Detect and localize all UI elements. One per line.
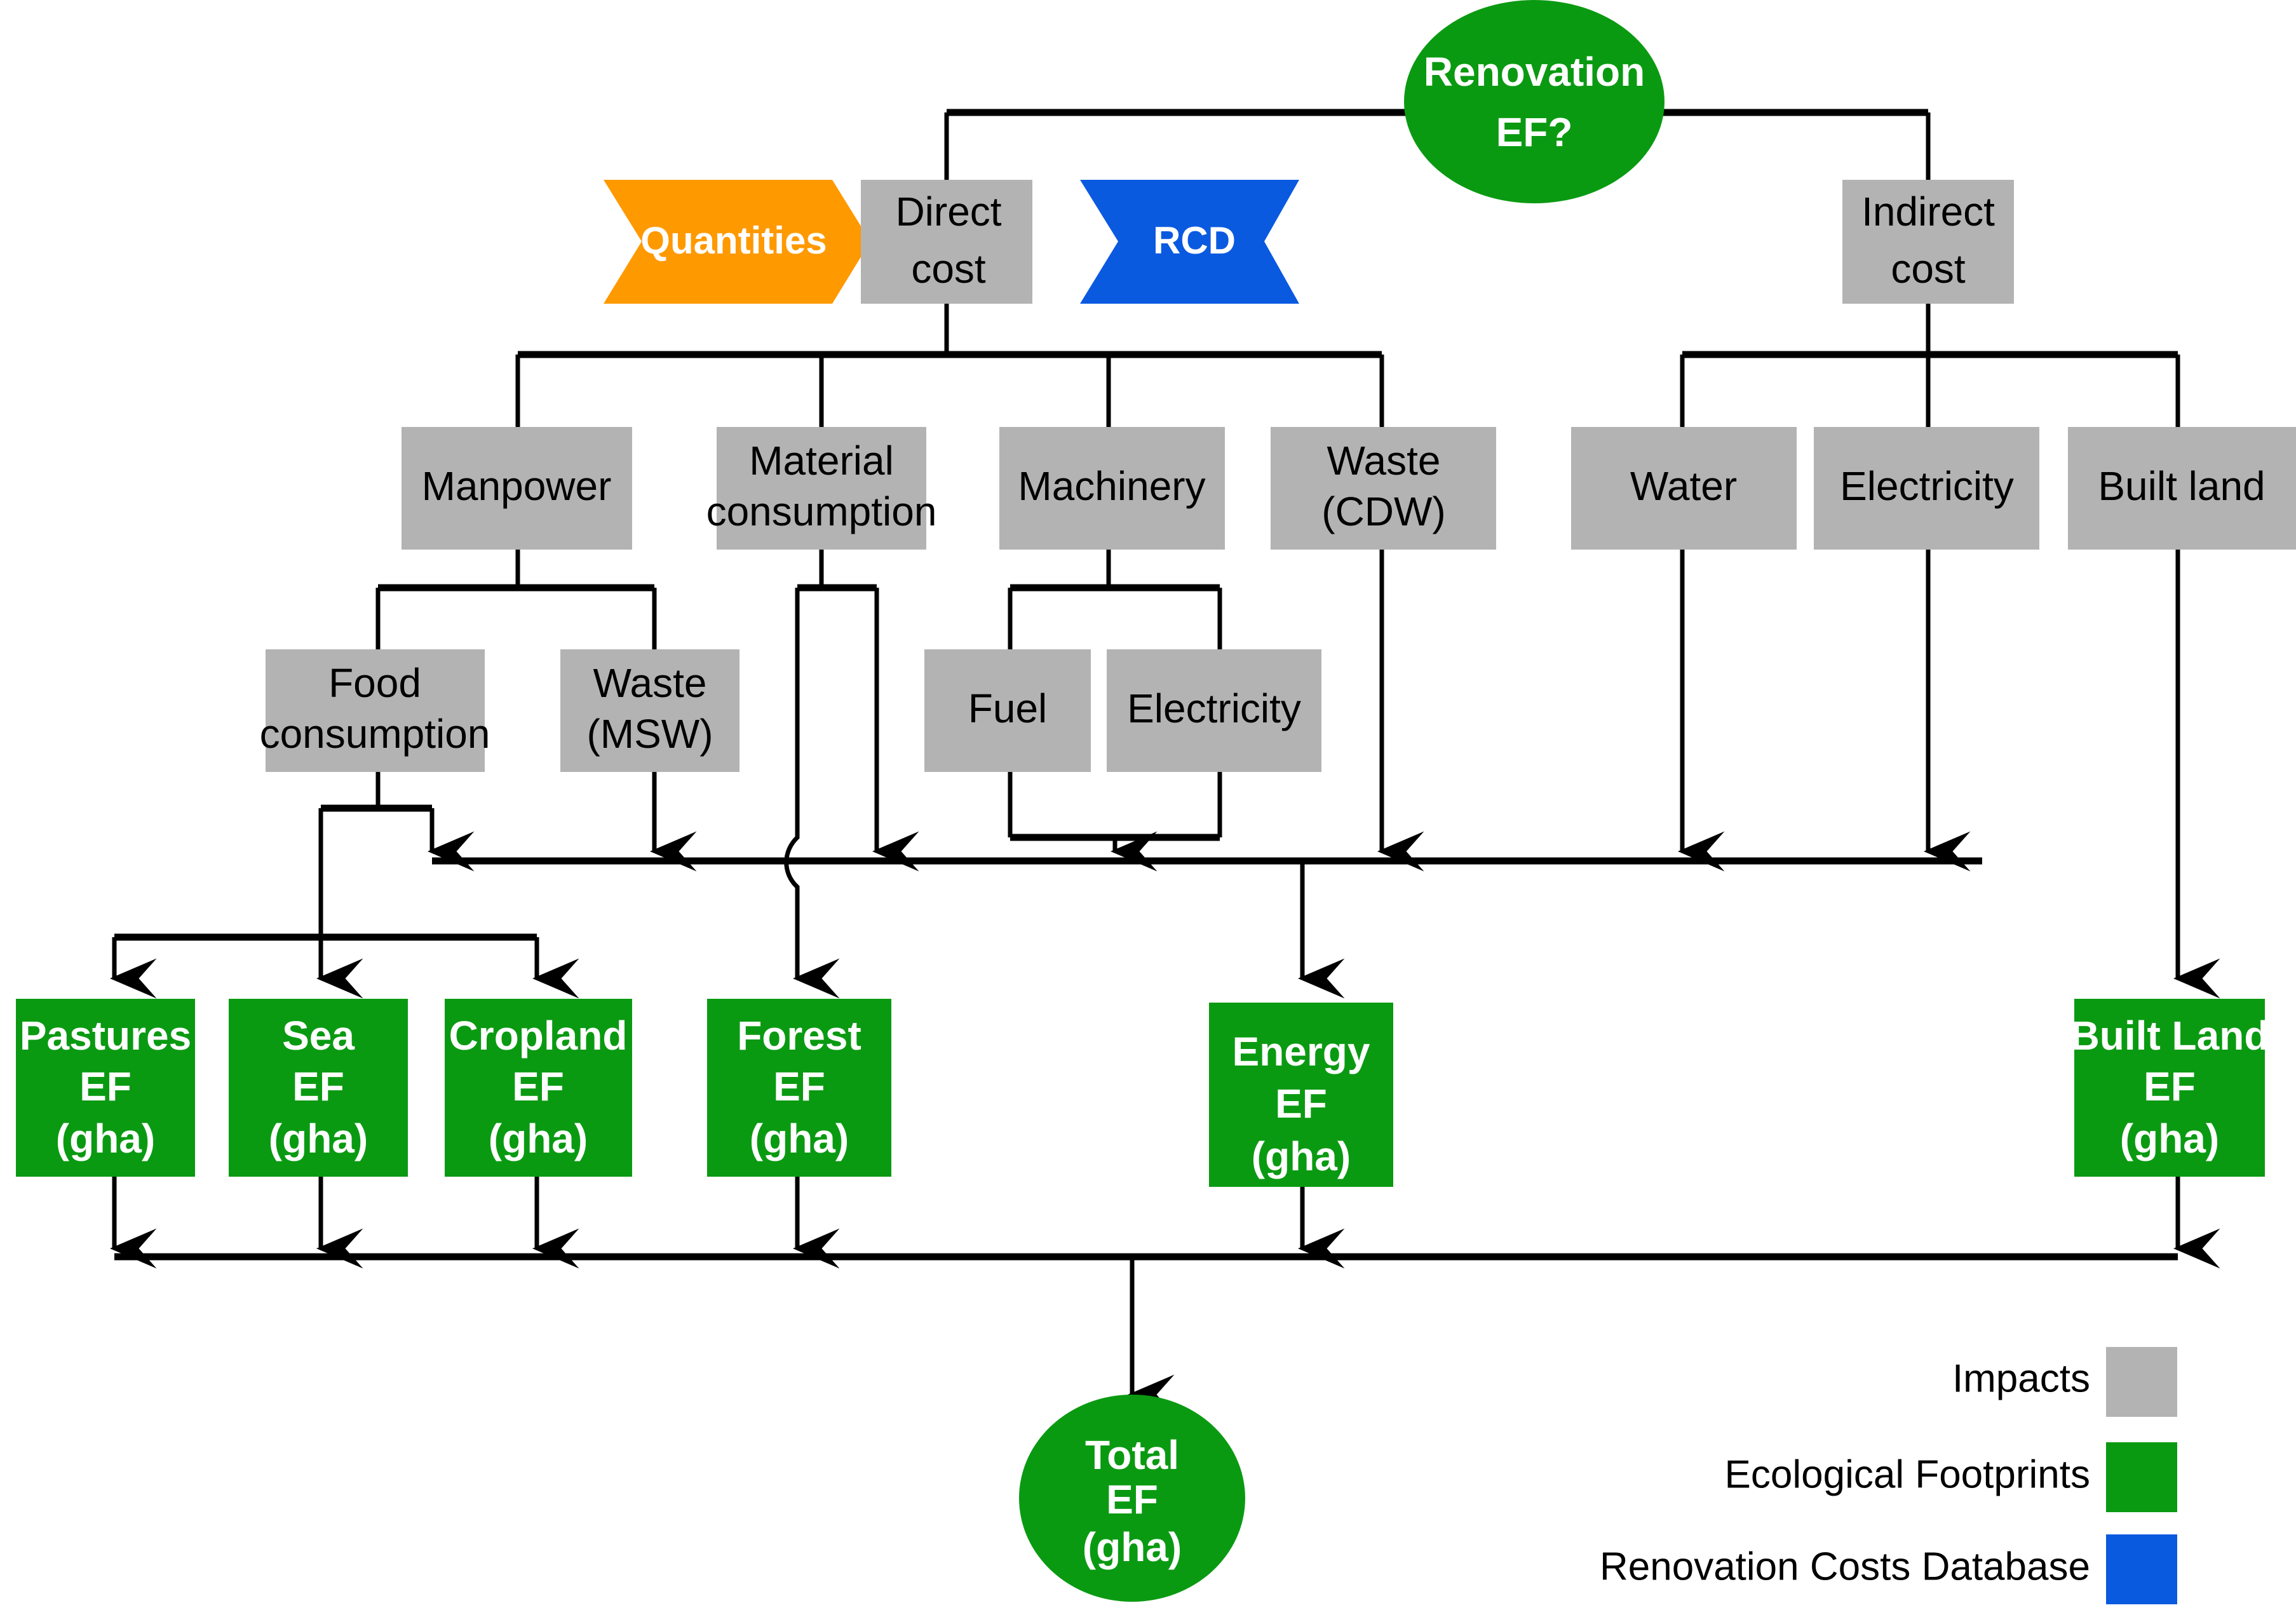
node-built-land-ef[interactable]: Built Land EF (gha) bbox=[2070, 999, 2269, 1177]
waste-cdw-label-line2: (CDW) bbox=[1321, 489, 1445, 534]
node-manpower[interactable]: Manpower bbox=[402, 427, 632, 550]
energy-ef-label-line3: (gha) bbox=[1252, 1133, 1351, 1179]
node-total-ef[interactable]: Total EF (gha) bbox=[1019, 1395, 1245, 1602]
energy-ef-label-line1: Energy bbox=[1232, 1029, 1370, 1074]
legend-renovation-costs-database-swatch bbox=[2106, 1534, 2177, 1604]
legend-item-impacts: Impacts bbox=[1952, 1347, 2177, 1417]
energy-ef-label-line2: EF bbox=[1275, 1081, 1327, 1126]
node-renovation-ef[interactable]: Renovation EF? bbox=[1404, 0, 1665, 203]
renovation-ef-label-line2: EF? bbox=[1496, 109, 1573, 155]
node-electricity-indirect[interactable]: Electricity bbox=[1814, 427, 2039, 550]
forest-ef-label-line1: Forest bbox=[737, 1013, 861, 1059]
waste-cdw-label-line1: Waste bbox=[1327, 438, 1441, 484]
food-consumption-label-line2: consumption bbox=[260, 711, 490, 757]
node-waste-cdw[interactable]: Waste (CDW) bbox=[1271, 427, 1496, 550]
material-consumption-label-line2: consumption bbox=[706, 489, 937, 534]
quantities-label: Quantities bbox=[640, 219, 827, 262]
total-ef-label-line1: Total bbox=[1085, 1432, 1179, 1478]
legend-renovation-costs-database-label: Renovation Costs Database bbox=[1600, 1545, 2090, 1588]
forest-ef-label-line2: EF bbox=[773, 1064, 825, 1109]
waste-msw-label-line1: Waste bbox=[593, 660, 707, 706]
node-built-land[interactable]: Built land bbox=[2068, 427, 2296, 550]
pastures-ef-label-line2: EF bbox=[79, 1064, 132, 1109]
node-electricity-machinery[interactable]: Electricity bbox=[1107, 649, 1321, 772]
node-sea-ef[interactable]: Sea EF (gha) bbox=[229, 999, 408, 1177]
legend-ecological-footprints-swatch bbox=[2106, 1442, 2177, 1512]
direct-cost-label-line2: cost bbox=[911, 246, 986, 292]
cropland-ef-label-line1: Cropland bbox=[449, 1013, 628, 1059]
total-ef-label-line3: (gha) bbox=[1083, 1524, 1182, 1570]
legend: Impacts Ecological Footprints Renovation… bbox=[1600, 1347, 2177, 1604]
legend-ecological-footprints-label: Ecological Footprints bbox=[1725, 1452, 2091, 1496]
indirect-cost-label-line1: Indirect bbox=[1861, 189, 1995, 234]
node-water[interactable]: Water bbox=[1571, 427, 1797, 550]
flowchart-diagram: Renovation EF? Quantities Direct cost RC… bbox=[0, 0, 2296, 1617]
built-land-ef-label-line2: EF bbox=[2144, 1064, 2196, 1109]
waste-msw-label-line2: (MSW) bbox=[586, 711, 713, 757]
node-food-consumption[interactable]: Food consumption bbox=[260, 649, 490, 772]
node-cropland-ef[interactable]: Cropland EF (gha) bbox=[445, 999, 632, 1177]
legend-impacts-label: Impacts bbox=[1952, 1357, 2090, 1400]
legend-impacts-swatch bbox=[2106, 1347, 2177, 1417]
forest-ef-label-line3: (gha) bbox=[750, 1116, 849, 1161]
cropland-ef-label-line3: (gha) bbox=[489, 1116, 588, 1161]
total-ef-label-line2: EF bbox=[1106, 1477, 1158, 1522]
built-land-label-line1: Built land bbox=[2098, 463, 2265, 509]
material-consumption-label-line1: Material bbox=[749, 438, 894, 484]
node-rcd[interactable]: RCD bbox=[1080, 180, 1299, 304]
machinery-label-line1: Machinery bbox=[1018, 463, 1205, 509]
pastures-ef-label-line3: (gha) bbox=[56, 1116, 155, 1161]
direct-cost-label-line1: Direct bbox=[895, 189, 1001, 234]
node-pastures-ef[interactable]: Pastures EF (gha) bbox=[16, 999, 195, 1177]
node-direct-cost[interactable]: Direct cost bbox=[861, 180, 1032, 304]
edge-material-to-forest-ef bbox=[784, 588, 840, 999]
built-land-ef-label-line3: (gha) bbox=[2120, 1116, 2219, 1161]
indirect-cost-label-line2: cost bbox=[1891, 246, 1966, 292]
renovation-ef-ellipse bbox=[1404, 0, 1665, 203]
cropland-ef-label-line2: EF bbox=[512, 1064, 564, 1109]
electricity-machinery-label-line1: Electricity bbox=[1127, 686, 1301, 731]
sea-ef-label-line2: EF bbox=[292, 1064, 344, 1109]
water-label-line1: Water bbox=[1630, 463, 1737, 509]
pastures-ef-label-line1: Pastures bbox=[20, 1013, 191, 1059]
node-waste-msw[interactable]: Waste (MSW) bbox=[560, 649, 739, 772]
legend-item-renovation-costs-database: Renovation Costs Database bbox=[1600, 1534, 2177, 1604]
node-indirect-cost[interactable]: Indirect cost bbox=[1842, 180, 2014, 304]
fuel-label-line1: Fuel bbox=[968, 686, 1048, 731]
sea-ef-label-line1: Sea bbox=[282, 1013, 355, 1059]
node-forest-ef[interactable]: Forest EF (gha) bbox=[707, 999, 891, 1177]
sea-ef-label-line3: (gha) bbox=[269, 1116, 368, 1161]
food-consumption-label-line1: Food bbox=[328, 660, 421, 706]
renovation-ef-label-line1: Renovation bbox=[1424, 49, 1645, 95]
node-fuel[interactable]: Fuel bbox=[924, 649, 1091, 772]
manpower-label-line1: Manpower bbox=[422, 463, 612, 509]
rcd-label: RCD bbox=[1153, 219, 1236, 262]
node-energy-ef[interactable]: Energy EF (gha) bbox=[1209, 1003, 1393, 1187]
node-material-consumption[interactable]: Material consumption bbox=[706, 427, 937, 550]
legend-item-ecological-footprints: Ecological Footprints bbox=[1725, 1442, 2177, 1512]
node-quantities[interactable]: Quantities bbox=[604, 180, 870, 304]
electricity-indirect-label-line1: Electricity bbox=[1840, 463, 2014, 509]
built-land-ef-label-line1: Built Land bbox=[2070, 1013, 2269, 1059]
node-machinery[interactable]: Machinery bbox=[999, 427, 1225, 550]
flowchart-canvas: Renovation EF? Quantities Direct cost RC… bbox=[16, 0, 2296, 1604]
